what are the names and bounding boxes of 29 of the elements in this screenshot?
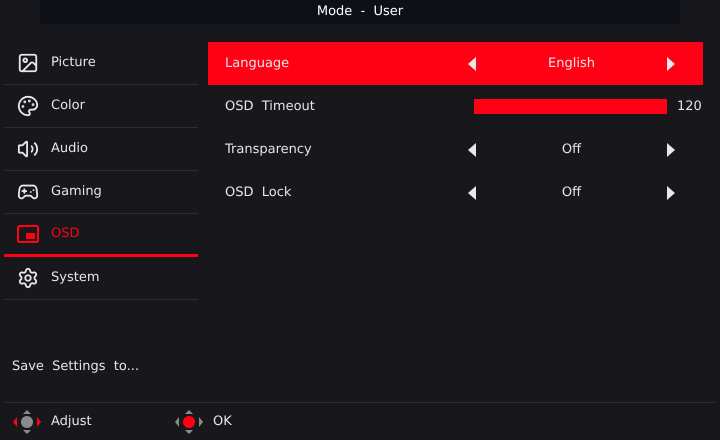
sidebar-item[interactable]: OSD — [4, 214, 198, 257]
sidebar-item[interactable]: Picture — [4, 42, 198, 85]
sidebar-item[interactable]: Audio — [4, 128, 198, 171]
sidebar-item[interactable]: Color — [4, 85, 198, 128]
joystick-icon — [13, 410, 41, 434]
image-icon — [17, 52, 39, 74]
sidebar-item[interactable]: Gaming — [4, 171, 198, 214]
hint-label: OK — [213, 412, 232, 431]
settings-icon — [17, 267, 39, 289]
setting-value: Off — [560, 140, 582, 159]
slider-reading: 120 — [677, 98, 702, 116]
palette-icon — [17, 95, 39, 117]
left-arrow-icon[interactable] — [468, 186, 476, 200]
right-arrow-icon[interactable] — [667, 142, 675, 156]
slider-fill[interactable] — [474, 99, 667, 114]
window-icon — [17, 225, 39, 243]
setting-row[interactable]: OSD Lock Off — [208, 171, 703, 214]
save-settings-link[interactable]: Save Settings to... — [4, 356, 198, 376]
hint-label: Adjust — [51, 412, 92, 431]
sidebar-item[interactable]: System — [4, 257, 198, 300]
joystick-icon — [175, 410, 203, 434]
mode-title: Mode - User — [316, 3, 404, 22]
setting-row[interactable]: OSD Timeout 120 — [208, 85, 703, 128]
setting-row[interactable]: Transparency Off — [208, 128, 703, 171]
right-arrow-icon[interactable] — [667, 186, 675, 200]
setting-value: English — [547, 54, 596, 73]
left-arrow-icon[interactable] — [468, 142, 476, 156]
speaker-icon — [17, 138, 39, 160]
setting-value: Off — [560, 184, 582, 202]
